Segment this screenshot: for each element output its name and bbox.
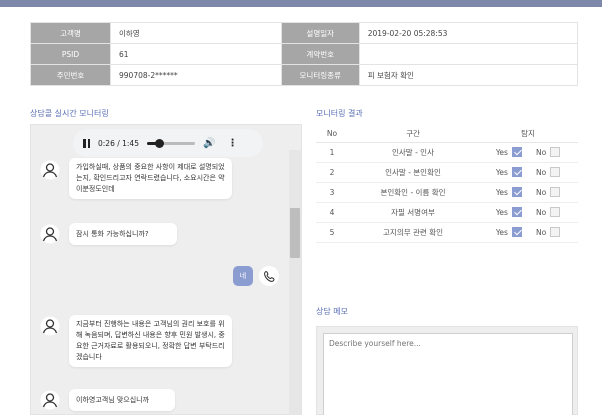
result-row: 3 본인확인 - 이름 확인 Yes No (316, 182, 578, 203)
no-option: No (535, 147, 561, 157)
yes-label: Yes (495, 167, 508, 177)
result-detection: Yes No (478, 182, 578, 203)
result-section-title: 모니터링 결과 (316, 109, 363, 118)
yes-checkbox[interactable] (511, 207, 522, 217)
agent-avatar-icon (40, 316, 60, 336)
no-checkbox[interactable] (550, 167, 561, 177)
audio-player[interactable]: 0:26 / 1:45 🔊 ⋮ (73, 129, 263, 157)
result-no: 2 (316, 162, 348, 183)
contract-number-value (358, 43, 579, 65)
seek-handle[interactable] (154, 138, 164, 148)
no-label: No (535, 187, 547, 197)
no-option: No (535, 207, 561, 217)
yes-checkbox[interactable] (511, 227, 522, 237)
memo-section-title: 상담 메모 (316, 307, 348, 316)
customer-info-table: 고객명 이하영 설명일자 2019-02-20 05:28:53 PSID 61… (30, 22, 579, 86)
yes-option: Yes (496, 207, 522, 217)
no-checkbox[interactable] (550, 207, 561, 217)
yes-checkbox[interactable] (511, 167, 522, 177)
yes-label: Yes (495, 147, 508, 157)
no-checkbox[interactable] (550, 147, 561, 157)
yes-option: Yes (496, 227, 522, 237)
yes-label: Yes (495, 227, 508, 237)
monitoring-type-label: 모니터링종류 (280, 64, 360, 86)
no-label: No (535, 147, 547, 157)
result-section: 인사말 - 본인확인 (348, 162, 478, 183)
yes-checkbox[interactable] (511, 187, 522, 197)
memo-panel (316, 326, 578, 415)
result-section: 자필 서명여부 (348, 202, 478, 223)
no-checkbox[interactable] (550, 227, 561, 237)
no-label: No (535, 227, 547, 237)
result-detection: Yes No (478, 202, 578, 223)
yes-option: Yes (496, 187, 522, 197)
result-no: 4 (316, 202, 348, 223)
result-row: 5 고지의무 관련 확인 Yes No (316, 222, 578, 243)
yes-checkbox[interactable] (511, 147, 522, 157)
more-options-icon[interactable]: ⋮ (227, 138, 237, 149)
psid-value: 61 (110, 43, 282, 65)
result-row: 2 인사말 - 본인확인 Yes No (316, 162, 578, 183)
monitoring-type-value: 피 보험자 확인 (358, 64, 579, 86)
yes-option: Yes (496, 167, 522, 177)
registration-date-label: 설명일자 (280, 22, 360, 44)
chat-scrollbar-track[interactable] (289, 150, 301, 415)
result-row: 4 자필 서명여부 Yes No (316, 202, 578, 223)
chat-message: 가입하실때, 상품의 중요한 사항이 제대로 설명되었는지, 확인드리고자 연락… (69, 158, 232, 199)
result-detection: Yes No (478, 222, 578, 243)
result-no: 5 (316, 222, 348, 243)
chat-message: 지금부터 진행하는 내용은 고객님의 권리 보호를 위해 녹음되며, 답변하신 … (69, 315, 232, 367)
registration-date-value: 2019-02-20 05:28:53 (358, 22, 579, 44)
customer-name-label: 고객명 (30, 22, 111, 44)
resident-number-value: 990708-2****** (110, 64, 282, 86)
no-option: No (535, 227, 561, 237)
agent-avatar-icon (40, 390, 60, 410)
audio-seek-slider[interactable] (146, 138, 195, 148)
reply-bubble: 네 (233, 266, 253, 286)
result-section: 인사말 - 인사 (348, 142, 478, 163)
chat-message: 잠시 통화 가능하십니까? (69, 223, 177, 245)
result-section: 본인확인 - 이름 확인 (348, 182, 478, 203)
chat-scrollbar-thumb[interactable] (290, 208, 300, 258)
no-label: No (535, 207, 547, 217)
no-option: No (535, 167, 561, 177)
agent-avatar-icon (40, 224, 60, 244)
result-no: 1 (316, 142, 348, 163)
result-row: 1 인사말 - 인사 Yes No (316, 142, 578, 163)
audio-time: 0:26 / 1:45 (98, 138, 139, 148)
col-detection: 탐지 (478, 125, 578, 143)
top-bar (0, 0, 602, 7)
chat-message: 이하영고객님 맞으십니까 (69, 389, 175, 411)
monitoring-result-table: No 구간 탐지 1 인사말 - 인사 Yes No 2 인사말 - 본인확인 Yes No 3… (316, 125, 578, 243)
yes-option: Yes (496, 147, 522, 157)
result-detection: Yes No (478, 162, 578, 183)
result-no: 3 (316, 182, 348, 203)
page: 고객명 이하영 설명일자 2019-02-20 05:28:53 PSID 61… (0, 0, 602, 415)
phone-glyph-icon (263, 270, 274, 282)
result-section: 고지의무 관련 확인 (348, 222, 478, 243)
yes-label: Yes (495, 187, 508, 197)
no-label: No (535, 167, 547, 177)
chat-section-title: 상담콜 실시간 모니터링 (30, 109, 109, 118)
volume-icon[interactable]: 🔊 (203, 138, 215, 149)
no-checkbox[interactable] (550, 187, 561, 197)
col-section: 구간 (348, 125, 478, 143)
psid-label: PSID (30, 43, 111, 65)
pause-icon[interactable] (83, 138, 90, 148)
customer-name-value: 이하영 (110, 22, 282, 44)
contract-number-label: 계약번호 (280, 43, 360, 65)
resident-number-label: 주민번호 (30, 64, 111, 86)
result-detection: Yes No (478, 142, 578, 163)
no-option: No (535, 187, 561, 197)
col-no: No (316, 125, 348, 143)
yes-label: Yes (495, 207, 508, 217)
memo-textarea[interactable] (323, 333, 573, 415)
phone-icon (259, 266, 279, 286)
agent-avatar-icon (40, 160, 60, 180)
